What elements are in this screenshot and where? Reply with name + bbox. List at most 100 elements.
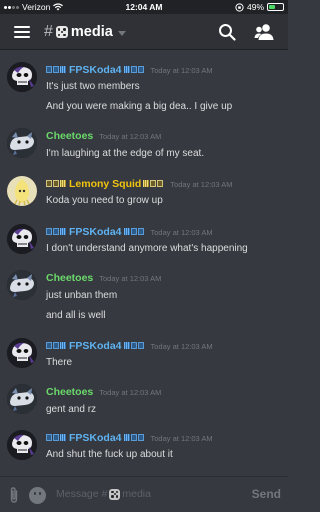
send-button[interactable]: Send — [252, 487, 281, 501]
username[interactable]: Cheetoes — [46, 130, 93, 142]
timestamp: Today at 12:03 AM — [150, 342, 213, 351]
name-decoration — [137, 434, 144, 441]
timestamp: Today at 12:03 AM — [99, 274, 162, 283]
game-die-icon — [109, 488, 121, 500]
message-header: FPSKoda4 Today at 12:03 AM — [46, 340, 213, 352]
members-icon[interactable] — [254, 23, 274, 41]
name-decoration — [53, 228, 59, 235]
orientation-lock-icon — [235, 2, 244, 12]
channel-name: media — [70, 24, 113, 40]
message-input[interactable]: Message # media — [56, 488, 151, 500]
name-decoration — [137, 66, 144, 73]
name-decoration — [137, 228, 144, 235]
name-decoration — [123, 342, 130, 349]
username[interactable]: FPSKoda4 — [69, 432, 122, 444]
name-decoration — [130, 434, 137, 441]
emoji-icon[interactable] — [29, 487, 46, 504]
skull-avatar-icon — [7, 224, 37, 254]
game-die-icon — [55, 26, 68, 38]
status-bar: Verizon 12:04 AM 49% — [0, 0, 288, 14]
name-decoration — [46, 66, 52, 73]
name-decoration — [60, 342, 66, 349]
message-text: just unban them — [46, 290, 118, 301]
timestamp: Today at 12:03 AM — [170, 180, 233, 189]
name-decoration — [46, 228, 52, 235]
avatar[interactable] — [7, 384, 37, 414]
skull-avatar-icon — [7, 62, 37, 92]
message-composer: Message # media Send — [0, 476, 288, 512]
search-icon[interactable] — [218, 23, 236, 41]
username[interactable]: Lemony Squid — [69, 178, 141, 190]
paperclip-icon[interactable] — [8, 486, 20, 504]
name-decoration — [53, 66, 59, 73]
name-decoration — [130, 228, 137, 235]
cheetah-avatar-icon — [7, 128, 37, 158]
chevron-down-icon — [117, 30, 126, 36]
message-header: FPSKoda4 Today at 12:03 AM — [46, 432, 213, 444]
timestamp: Today at 12:03 AM — [99, 132, 162, 141]
timestamp: Today at 12:03 AM — [150, 228, 213, 237]
name-decoration — [46, 180, 52, 187]
channel-title[interactable]: # media — [44, 23, 126, 41]
message-header: FPSKoda4 Today at 12:03 AM — [46, 226, 213, 238]
message-text: I don't understand anymore what's happen… — [46, 243, 248, 254]
avatar[interactable] — [7, 430, 37, 460]
name-decoration — [60, 180, 66, 187]
message-text: And you were making a big dea.. I give u… — [46, 101, 233, 112]
message-header: Cheetoes Today at 12:03 AM — [46, 272, 161, 284]
message-text: There — [46, 357, 73, 368]
timestamp: Today at 12:03 AM — [150, 66, 213, 75]
skull-avatar-icon — [7, 338, 37, 368]
name-decoration — [123, 434, 130, 441]
cheetah-avatar-icon — [7, 384, 37, 414]
avatar[interactable] — [7, 128, 37, 158]
timestamp: Today at 12:03 AM — [150, 434, 213, 443]
channel-header: # media — [0, 14, 288, 50]
placeholder-channel: media — [122, 488, 151, 500]
message-text: gent and rz — [46, 404, 97, 415]
name-decoration — [53, 342, 59, 349]
name-decoration — [46, 342, 52, 349]
name-decoration — [53, 434, 59, 441]
message-text: And shut the fuck up about it — [46, 449, 173, 460]
message-text: I'm laughing at the edge of my seat. — [46, 148, 205, 159]
battery-percent: 49% — [246, 2, 264, 12]
username[interactable]: FPSKoda4 — [69, 64, 122, 76]
name-decoration — [53, 180, 59, 187]
message-text: Koda you need to grow up — [46, 195, 163, 206]
name-decoration — [123, 228, 130, 235]
cheetah-avatar-icon — [7, 270, 37, 300]
avatar[interactable] — [7, 224, 37, 254]
name-decoration — [123, 66, 130, 73]
avatar[interactable] — [7, 338, 37, 368]
message-header: Cheetoes Today at 12:03 AM — [46, 130, 161, 142]
message-text: and all is well — [46, 310, 106, 321]
avatar[interactable] — [7, 176, 37, 206]
battery-area: 49% — [235, 2, 284, 12]
username[interactable]: Cheetoes — [46, 272, 93, 284]
channel-hash: # — [44, 23, 53, 40]
name-decoration — [143, 180, 150, 187]
name-decoration — [46, 434, 52, 441]
name-decoration — [130, 66, 137, 73]
avatar[interactable] — [7, 62, 37, 92]
avatar[interactable] — [7, 270, 37, 300]
message-text: It's just two members — [46, 81, 140, 92]
name-decoration — [150, 180, 157, 187]
username[interactable]: FPSKoda4 — [69, 226, 122, 238]
battery-icon — [267, 3, 284, 11]
name-decoration — [60, 434, 66, 441]
squid-avatar-icon — [7, 176, 37, 206]
name-decoration — [130, 342, 137, 349]
message-header: Cheetoes Today at 12:03 AM — [46, 386, 161, 398]
username[interactable]: FPSKoda4 — [69, 340, 122, 352]
name-decoration — [157, 180, 164, 187]
skull-avatar-icon — [7, 430, 37, 460]
message-header: Lemony Squid Today at 12:03 AM — [46, 178, 232, 190]
placeholder-prefix: Message # — [56, 488, 108, 500]
message-header: FPSKoda4 Today at 12:03 AM — [46, 64, 213, 76]
name-decoration — [60, 228, 66, 235]
username[interactable]: Cheetoes — [46, 386, 93, 398]
timestamp: Today at 12:03 AM — [99, 388, 162, 397]
hamburger-menu-icon[interactable] — [14, 26, 30, 38]
